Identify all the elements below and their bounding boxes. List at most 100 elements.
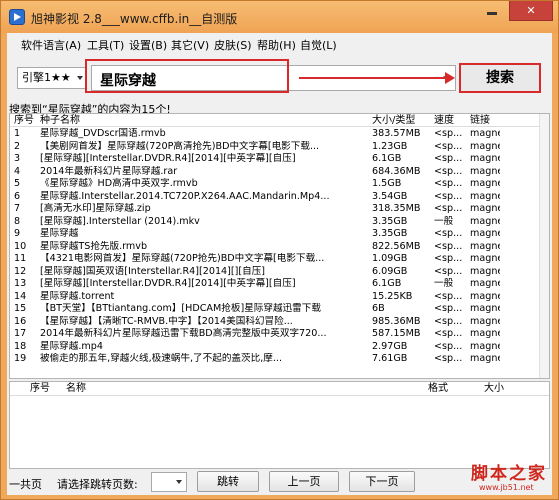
cell-link: magne... (470, 303, 500, 314)
page-select[interactable] (151, 472, 187, 492)
cell-name: 2014年最新科幻片星际穿越.rar (40, 165, 178, 177)
menu-bar: 软件语言(A) 工具(T) 设置(B) 其它(V) 皮肤(S) 帮助(H) 自觉… (7, 33, 552, 55)
cell-size: 6.1GB (372, 278, 402, 289)
col-name[interactable]: 种子名称 (40, 114, 80, 127)
dl-col-format[interactable]: 格式 (428, 382, 448, 395)
dl-col-name[interactable]: 名称 (66, 382, 86, 395)
table-row[interactable]: 12 [星际穿越]国英双语[Interstellar.R4][2014][][自压… (10, 265, 549, 277)
cell-index: 7 (14, 203, 21, 214)
cell-speed: <sp... (434, 290, 462, 302)
prev-page-button[interactable]: 上一页 (269, 471, 339, 492)
cell-link: magne... (470, 265, 500, 277)
cell-link: magne... (470, 328, 500, 339)
cell-size: 3.35GB (372, 228, 408, 239)
cell-link: magne... (470, 315, 500, 327)
cell-speed: <sp... (434, 265, 462, 277)
table-row[interactable]: 18 星际穿越.mp4 2.97GB <sp... magne... (10, 340, 549, 352)
cell-index: 8 (14, 215, 21, 227)
cell-name: 【4321电影网首发】星际穿越(720P抢先)BD中文字幕[电影下载... (40, 253, 325, 264)
cell-speed: <sp... (434, 253, 462, 264)
col-index[interactable]: 序号 (14, 114, 34, 127)
cell-speed: <sp... (434, 228, 462, 239)
cell-name: 星际穿越TS抢先版.rmvb (40, 240, 148, 252)
menu-help[interactable]: 帮助(H) (257, 37, 296, 53)
table-row[interactable]: 15 【BT天堂】【BTtiantang.com】[HDCAM抢板]星际穿越迅雷下… (10, 303, 549, 314)
cell-index: 11 (14, 253, 27, 264)
cell-speed: <sp... (434, 340, 462, 352)
pager-total: 一共页 (9, 478, 42, 491)
table-row[interactable]: 19 被偷走的那五年,穿越火线,极速蜗牛,了不起的盖茨比,摩... 7.61GB <s… (10, 353, 549, 364)
cell-name: 被偷走的那五年,穿越火线,极速蜗牛,了不起的盖茨比,摩... (40, 353, 283, 364)
cell-name: [星际穿越]国英双语[Interstellar.R4][2014][][自压] (40, 265, 266, 277)
cell-speed: <sp... (434, 178, 462, 189)
pager-prompt: 请选择跳转页数: (57, 478, 138, 491)
table-row[interactable]: 17 2014年最新科幻片星际穿越迅雷下载BD高清完整版中英双字720... 587… (10, 328, 549, 339)
table-row[interactable]: 4 2014年最新科幻片星际穿越.rar 684.36MB <sp... magne..… (10, 165, 549, 177)
cell-speed: <sp... (434, 303, 462, 314)
table-row[interactable]: 5 《星际穿越》HD高清中英双字.rmvb 1.5GB <sp... magne... (10, 178, 549, 189)
cell-speed: <sp... (434, 203, 462, 214)
table-row[interactable]: 6 星际穿越.Interstellar.2014.TC720P.X264.AAC.… (10, 190, 549, 202)
search-button[interactable]: 搜索 (459, 63, 541, 93)
table-row[interactable]: 1 星际穿越_DVDscr国语.rmvb 383.57MB <sp... magne..… (10, 128, 549, 139)
results-scrollbar[interactable] (539, 114, 549, 378)
cell-size: 1.23GB (372, 140, 408, 152)
close-icon[interactable]: ✕ (509, 1, 553, 21)
table-row[interactable]: 16 【星际穿越】【清晰TC-RMVB.中字】【2014美国科幻冒险... 985.… (10, 315, 549, 327)
dl-col-size[interactable]: 大小 (484, 382, 504, 395)
table-row[interactable]: 13 [星际穿越][Interstellar.DVDR.R4][2014][中英字… (10, 278, 549, 289)
cell-size: 15.25KB (372, 290, 413, 302)
cell-size: 822.56MB (372, 240, 421, 252)
table-row[interactable]: 8 [星际穿越].Interstellar (2014).mkv 3.35GB 一般 m… (10, 215, 549, 227)
table-row[interactable]: 7 [高清无水印]星际穿越.zip 318.35MB <sp... magne... (10, 203, 549, 214)
cell-index: 17 (14, 328, 27, 339)
cell-speed: <sp... (434, 140, 462, 152)
results-header: 序号 种子名称 大小/类型 速度 链接 (10, 114, 549, 127)
jump-button[interactable]: 跳转 (197, 471, 259, 492)
cell-name: 【BT天堂】【BTtiantang.com】[HDCAM抢板]星际穿越迅雷下载 (40, 303, 321, 314)
cell-index: 1 (14, 128, 21, 139)
menu-self[interactable]: 自觉(L) (300, 37, 337, 53)
minimize-icon[interactable] (479, 1, 505, 21)
downloads-table[interactable]: 序号 名称 格式 大小 (9, 381, 550, 469)
cell-link: magne... (470, 278, 500, 289)
col-speed[interactable]: 速度 (434, 114, 454, 127)
menu-tools[interactable]: 工具(T) (87, 37, 124, 53)
cell-index: 9 (14, 228, 21, 239)
cell-speed: <sp... (434, 153, 462, 164)
client-area: 软件语言(A) 工具(T) 设置(B) 其它(V) 皮肤(S) 帮助(H) 自觉… (7, 33, 552, 495)
dl-col-index[interactable]: 序号 (30, 382, 50, 395)
cell-size: 318.35MB (372, 203, 421, 214)
cell-name: 星际穿越.Interstellar.2014.TC720P.X264.AAC.M… (40, 190, 330, 202)
cell-link: magne... (470, 353, 500, 364)
cell-link: magne... (470, 153, 500, 164)
cell-size: 684.36MB (372, 165, 421, 177)
watermark-url: www.jb51.net (479, 483, 534, 492)
table-row[interactable]: 11 【4321电影网首发】星际穿越(720P抢先)BD中文字幕[电影下载... 1… (10, 253, 549, 264)
cell-speed: <sp... (434, 353, 462, 364)
cell-size: 6B (372, 303, 385, 314)
cell-speed: <sp... (434, 165, 462, 177)
cell-size: 6.1GB (372, 153, 402, 164)
cell-index: 13 (14, 278, 27, 289)
table-row[interactable]: 10 星际穿越TS抢先版.rmvb 822.56MB <sp... magne... (10, 240, 549, 252)
menu-skin[interactable]: 皮肤(S) (214, 37, 252, 53)
next-page-button[interactable]: 下一页 (349, 471, 415, 492)
cell-name: 【星际穿越】【清晰TC-RMVB.中字】【2014美国科幻冒险... (40, 315, 293, 327)
col-link[interactable]: 链接 (470, 114, 490, 127)
cell-name: 星际穿越.mp4 (40, 340, 103, 352)
table-row[interactable]: 3 [星际穿越][Interstellar.DVDR.R4][2014][中英字幕… (10, 153, 549, 164)
cell-link: magne... (470, 290, 500, 302)
menu-settings[interactable]: 设置(B) (129, 37, 167, 53)
table-row[interactable]: 9 星际穿越 3.35GB <sp... magne... (10, 228, 549, 239)
table-row[interactable]: 14 星际穿越.torrent 15.25KB <sp... magne... (10, 290, 549, 302)
cell-size: 1.5GB (372, 178, 402, 189)
menu-language[interactable]: 软件语言(A) (21, 37, 81, 53)
col-size[interactable]: 大小/类型 (372, 114, 415, 127)
cell-index: 4 (14, 165, 21, 177)
results-table[interactable]: 序号 种子名称 大小/类型 速度 链接 1 星际穿越_DVDscr国语.rmvb 3… (9, 113, 550, 379)
cell-link: magne... (470, 240, 500, 252)
menu-other[interactable]: 其它(V) (171, 37, 209, 53)
engine-select[interactable]: 引擎1★★ (17, 67, 87, 89)
table-row[interactable]: 2 【美剧网首发】星际穿越(720P高清抢先)BD中文字幕[电影下载... 1.23… (10, 140, 549, 152)
